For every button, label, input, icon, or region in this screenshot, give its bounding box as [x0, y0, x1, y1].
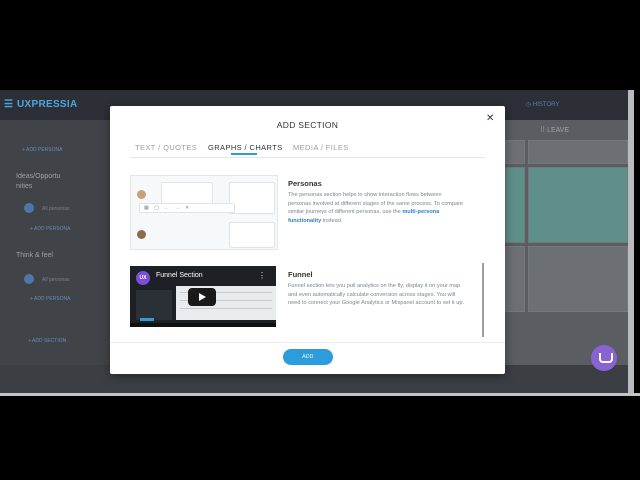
add-persona-link[interactable]: + ADD PERSONA — [30, 296, 70, 302]
thumbnail-bubble — [161, 182, 213, 204]
section-title[interactable]: Personas — [288, 179, 322, 188]
more-vert-icon[interactable]: ⋮ — [258, 271, 266, 280]
grid-cell[interactable] — [505, 167, 525, 243]
video-title: Funnel Section — [156, 272, 203, 279]
add-persona-link[interactable]: + ADD PERSONA — [30, 226, 70, 232]
grid-cell[interactable] — [528, 246, 628, 312]
persona-avatar-icon — [137, 230, 146, 239]
tab-graphs-charts[interactable]: GRAPHS / CHARTS — [208, 143, 283, 152]
modal-scrollbar[interactable] — [482, 263, 484, 337]
grid-cell[interactable] — [528, 140, 628, 164]
horizontal-scrollbar[interactable] — [0, 393, 640, 396]
thumbnail-toolbar: ▦ ▢ ← → ✕ — [139, 203, 235, 213]
close-icon[interactable]: ✕ — [486, 113, 494, 124]
history-button[interactable]: ◷ HISTORY — [526, 101, 559, 108]
chat-icon[interactable] — [591, 345, 617, 371]
stage-title[interactable]: Think & feel — [16, 251, 53, 261]
funnel-video-thumbnail[interactable]: UX Funnel Section ⋮ — [130, 266, 276, 327]
video-sidebar — [136, 290, 172, 320]
app-logo[interactable]: ☰ UXPRESSIA — [4, 99, 78, 110]
clock-icon: ◷ — [526, 102, 532, 108]
add-persona-link[interactable]: + ADD PERSONA — [22, 147, 62, 153]
section-list: ▦ ▢ ← → ✕ Personas The personas section … — [130, 158, 485, 338]
grid-cell[interactable] — [505, 140, 525, 164]
persona-avatar — [24, 203, 34, 213]
persona-avatar-icon — [137, 190, 146, 199]
play-button-icon[interactable] — [188, 288, 216, 306]
video-accent — [140, 318, 154, 321]
section-description: Funnel section lets you pull analytics o… — [288, 283, 464, 306]
grid-cell[interactable] — [505, 246, 525, 312]
thumbnail-bubble — [229, 222, 275, 248]
add-section-link[interactable]: + ADD SECTION — [28, 338, 66, 344]
active-tab-indicator — [231, 153, 257, 155]
tab-text-quotes[interactable]: TEXT / QUOTES — [135, 143, 197, 152]
stage-title[interactable]: Ideas/Opportu nities — [16, 172, 60, 192]
add-button[interactable]: ADD — [283, 349, 333, 365]
personas-thumbnail[interactable]: ▦ ▢ ← → ✕ — [130, 175, 278, 250]
sidebar: + ADD PERSONA Ideas/Opportu nities All pe… — [0, 120, 110, 370]
persona-label: All personas — [42, 206, 70, 212]
thumbnail-bubble — [229, 182, 275, 214]
tab-media-files[interactable]: MEDIA / FILES — [293, 143, 349, 152]
persona-avatar — [24, 274, 34, 284]
stage-header-leave[interactable]: ⠿ LEAVE — [540, 126, 569, 134]
channel-logo: UX — [136, 271, 150, 285]
section-description: The personas section helps to show inter… — [288, 192, 464, 224]
persona-label: All personas — [42, 277, 70, 283]
footer-divider — [110, 342, 505, 343]
section-title[interactable]: Funnel — [288, 270, 313, 279]
grid-cell[interactable] — [528, 167, 628, 243]
window-scrollbar[interactable] — [628, 90, 634, 393]
add-section-modal: ADD SECTION ✕ TEXT / QUOTES GRAPHS / CHA… — [110, 106, 505, 374]
modal-title: ADD SECTION — [276, 120, 339, 130]
menu-icon[interactable]: ☰ — [4, 99, 14, 110]
video-bar — [130, 323, 276, 327]
